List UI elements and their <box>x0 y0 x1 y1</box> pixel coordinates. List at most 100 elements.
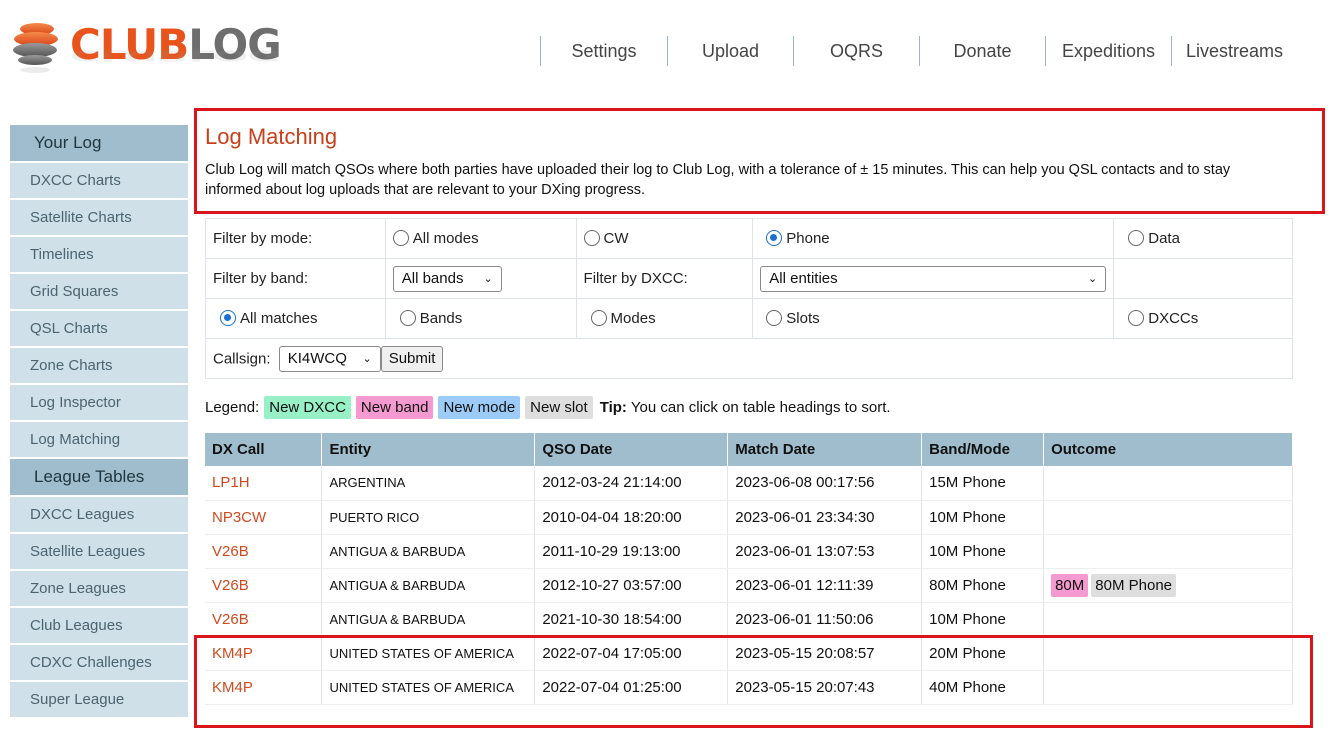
col-header-qso-date[interactable]: QSO Date <box>534 433 729 466</box>
highlight-box-rows <box>194 635 1313 728</box>
top-nav: Settings Upload OQRS Donate Expeditions … <box>540 36 1297 66</box>
radio-icon <box>1128 230 1145 246</box>
match-date-cell: 2023-06-08 00:17:56 <box>727 466 923 501</box>
submit-button[interactable]: Submit <box>380 345 444 372</box>
qso-date-cell: 2011-10-29 19:13:00 <box>534 534 729 569</box>
sidebar-item-dxcc-leagues[interactable]: DXCC Leagues <box>10 497 188 532</box>
tip-label: Tip: <box>599 398 627 416</box>
sidebar: Your Log DXCC Charts Satellite Charts Ti… <box>10 125 188 719</box>
outcome-cell: 80M 80M Phone <box>1043 568 1293 603</box>
sidebar-item-cdxc-challenges[interactable]: CDXC Challenges <box>10 645 188 680</box>
dx-call-link[interactable]: V26B <box>205 568 323 603</box>
radio-all-modes[interactable]: All modes <box>384 218 577 259</box>
filter-dxcc-label: Filter by DXCC: <box>575 258 754 299</box>
radio-icon <box>399 310 416 326</box>
dx-call-link[interactable]: V26B <box>205 602 323 637</box>
radio-dxccs[interactable]: DXCCs <box>1113 298 1293 339</box>
filter-table: Filter by mode: All modes CW Phone Data … <box>205 218 1293 379</box>
match-date-cell: 2023-06-01 23:34:30 <box>727 500 923 535</box>
match-date-cell: 2023-06-01 13:07:53 <box>727 534 923 569</box>
outcome-badge: 80M <box>1051 573 1089 597</box>
outcome-cell <box>1043 534 1293 569</box>
col-header-band-mode[interactable]: Band/Mode <box>921 433 1045 466</box>
entity-cell: ARGENTINA <box>321 466 536 501</box>
sidebar-section-your-log[interactable]: Your Log <box>10 125 188 161</box>
sidebar-item-super-league[interactable]: Super League <box>10 682 188 717</box>
nav-settings[interactable]: Settings <box>540 36 667 66</box>
sidebar-item-log-inspector[interactable]: Log Inspector <box>10 385 188 420</box>
clublog-logo[interactable]: CLUBLOG CLUBLOG <box>12 18 282 80</box>
col-header-outcome[interactable]: Outcome <box>1043 433 1293 466</box>
radio-phone[interactable]: Phone <box>752 218 1115 259</box>
band-mode-cell: 80M Phone <box>921 568 1045 603</box>
sidebar-item-timelines[interactable]: Timelines <box>10 237 188 272</box>
tip-text: You can click on table headings to sort. <box>630 398 891 416</box>
legend-label: Legend: <box>205 398 260 416</box>
nav-oqrs[interactable]: OQRS <box>793 36 919 66</box>
band-mode-cell: 10M Phone <box>921 500 1045 535</box>
logo-reflection: CLUBLOG <box>70 46 281 64</box>
qso-date-cell: 2012-10-27 03:57:00 <box>534 568 729 603</box>
band-mode-cell: 10M Phone <box>921 534 1045 569</box>
radio-slots[interactable]: Slots <box>752 298 1115 339</box>
match-date-cell: 2023-06-01 12:11:39 <box>727 568 923 603</box>
callsign-label: Callsign: <box>213 350 271 367</box>
sidebar-item-satellite-leagues[interactable]: Satellite Leagues <box>10 534 188 569</box>
band-mode-cell: 15M Phone <box>921 466 1045 501</box>
qso-date-cell: 2010-04-04 18:20:00 <box>534 500 729 535</box>
nav-donate[interactable]: Donate <box>919 36 1045 66</box>
radio-selected-icon <box>766 230 783 246</box>
chevron-down-icon: ⌄ <box>483 273 493 285</box>
sidebar-item-zone-charts[interactable]: Zone Charts <box>10 348 188 383</box>
nav-livestreams[interactable]: Livestreams <box>1171 36 1297 66</box>
sidebar-item-qsl-charts[interactable]: QSL Charts <box>10 311 188 346</box>
sidebar-item-satellite-charts[interactable]: Satellite Charts <box>10 200 188 235</box>
sidebar-item-dxcc-charts[interactable]: DXCC Charts <box>10 163 188 198</box>
nav-upload[interactable]: Upload <box>667 36 793 66</box>
band-mode-cell: 10M Phone <box>921 602 1045 637</box>
legend-new-dxcc: New DXCC <box>264 395 351 419</box>
radio-icon <box>392 230 409 246</box>
radio-selected-icon <box>220 310 236 326</box>
qso-date-cell: 2021-10-30 18:54:00 <box>534 602 729 637</box>
col-header-entity[interactable]: Entity <box>321 433 536 466</box>
sidebar-section-league-tables[interactable]: League Tables <box>10 459 188 495</box>
filter-band-label: Filter by band: <box>205 258 386 299</box>
radio-cw[interactable]: CW <box>575 218 754 259</box>
col-header-match-date[interactable]: Match Date <box>727 433 923 466</box>
legend: Legend: New DXCC New band New mode New s… <box>205 394 891 420</box>
legend-new-slot: New slot <box>525 395 593 419</box>
table-row: LP1H ARGENTINA 2012-03-24 21:14:00 2023-06-… <box>205 466 1293 501</box>
table-row: NP3CW PUERTO RICO 2010-04-04 18:20:00 2023-… <box>205 500 1293 535</box>
sidebar-item-zone-leagues[interactable]: Zone Leagues <box>10 571 188 606</box>
col-header-dx-call[interactable]: DX Call <box>205 433 323 466</box>
legend-new-band: New band <box>355 395 434 419</box>
entity-cell: ANTIGUA & BARBUDA <box>321 568 536 603</box>
globe-logo-icon <box>13 23 58 73</box>
band-select[interactable]: All bands ⌄ <box>392 265 502 292</box>
outcome-cell <box>1043 500 1293 535</box>
table-row: V26B ANTIGUA & BARBUDA 2021-10-30 18:54:00… <box>205 602 1293 637</box>
entity-cell: ANTIGUA & BARBUDA <box>321 534 536 569</box>
outcome-cell <box>1043 466 1293 501</box>
highlight-box-intro <box>194 108 1325 214</box>
chevron-down-icon: ⌄ <box>1088 273 1098 285</box>
sidebar-item-log-matching[interactable]: Log Matching <box>10 422 188 457</box>
radio-bands[interactable]: Bands <box>384 298 577 339</box>
sidebar-item-grid-squares[interactable]: Grid Squares <box>10 274 188 309</box>
radio-modes[interactable]: Modes <box>575 298 754 339</box>
sidebar-item-club-leagues[interactable]: Club Leagues <box>10 608 188 643</box>
callsign-select[interactable]: KI4WCQ ⌄ <box>278 345 381 372</box>
dx-call-link[interactable]: LP1H <box>205 466 323 501</box>
dx-call-link[interactable]: NP3CW <box>205 500 323 535</box>
dxcc-select[interactable]: All entities ⌄ <box>760 265 1107 292</box>
dx-call-link[interactable]: V26B <box>205 534 323 569</box>
radio-icon <box>590 310 607 326</box>
entity-cell: ANTIGUA & BARBUDA <box>321 602 536 637</box>
radio-all-matches[interactable]: All matches <box>205 298 386 339</box>
radio-icon <box>1128 310 1145 326</box>
radio-data[interactable]: Data <box>1113 218 1293 259</box>
filter-mode-label: Filter by mode: <box>205 218 386 259</box>
nav-expeditions[interactable]: Expeditions <box>1045 36 1171 66</box>
chevron-down-icon: ⌄ <box>362 353 372 365</box>
